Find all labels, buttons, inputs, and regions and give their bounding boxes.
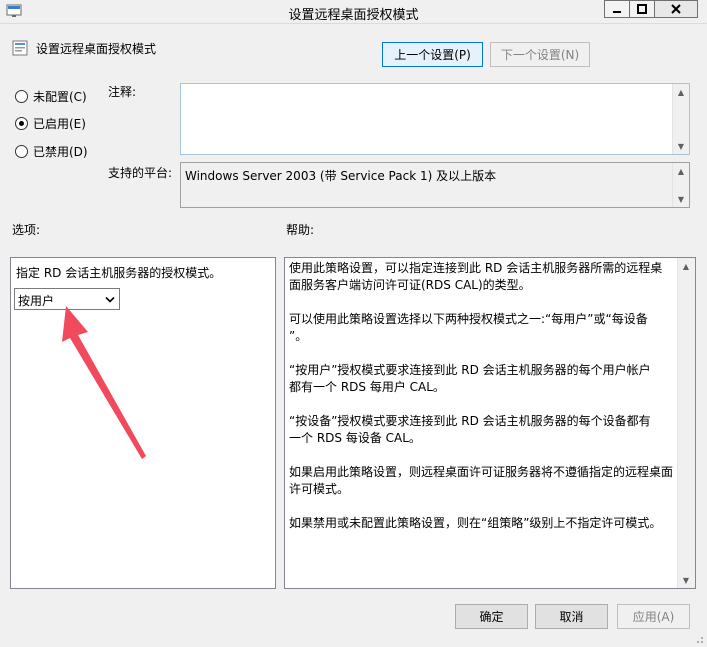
dialog-body: 设置远程桌面授权模式 上一个设置(P) 下一个设置(N) 未配置(C) 已启用(… — [0, 24, 707, 647]
comment-scrollbar[interactable]: ▲ ▼ — [672, 84, 689, 154]
scroll-down-icon[interactable]: ▼ — [673, 138, 689, 154]
options-section-label: 选项: — [12, 223, 41, 237]
radio-enabled[interactable]: 已启用(E) — [15, 115, 105, 133]
next-setting-button[interactable]: 下一个设置(N) — [490, 42, 590, 67]
help-line: 都有一个 RDS 每用户 CAL。 — [289, 380, 445, 394]
radio-disabled-button[interactable] — [15, 145, 28, 158]
comment-textbox[interactable]: ▲ ▼ — [180, 83, 690, 155]
title-bar: 设置远程桌面授权模式 — [0, 0, 707, 24]
radio-enabled-button[interactable] — [15, 117, 28, 130]
scroll-down-icon[interactable]: ▼ — [678, 572, 694, 588]
radio-not-configured-label: 未配置(C) — [33, 90, 87, 104]
chevron-down-icon — [105, 296, 115, 303]
cancel-button[interactable]: 取消 — [535, 604, 608, 629]
resize-grip-icon[interactable] — [692, 632, 704, 644]
help-line: 一个 RDS 每设备 CAL。 — [289, 431, 421, 445]
maximize-button[interactable] — [629, 0, 655, 18]
scroll-down-icon[interactable]: ▼ — [673, 191, 689, 207]
options-description: 指定 RD 会话主机服务器的授权模式。 — [16, 266, 222, 280]
help-line: 许可模式。 — [289, 482, 350, 496]
help-section-label: 帮助: — [286, 223, 315, 237]
help-line: 可以使用此策略设置选择以下两种授权模式之一:“每用户”或“每设备 — [289, 312, 648, 326]
maximize-icon — [637, 4, 647, 14]
scroll-up-icon[interactable]: ▲ — [673, 84, 689, 100]
help-line: ”。 — [289, 329, 308, 343]
previous-setting-button[interactable]: 上一个设置(P) — [382, 42, 483, 67]
help-line: 使用此策略设置，可以指定连接到此 RD 会话主机服务器所需的远程桌 — [289, 261, 663, 275]
radio-not-configured-button[interactable] — [15, 90, 28, 103]
annotation-arrow-icon — [62, 306, 146, 459]
window-title: 设置远程桌面授权模式 — [288, 8, 419, 23]
radio-disabled-label: 已禁用(D) — [33, 145, 88, 159]
platform-value: Windows Server 2003 (带 Service Pack 1) 及… — [185, 169, 497, 183]
radio-disabled[interactable]: 已禁用(D) — [15, 143, 105, 161]
policy-name: 设置远程桌面授权模式 — [36, 42, 157, 56]
minimize-button[interactable] — [604, 0, 630, 18]
help-line: 如果禁用或未配置此策略设置，则在“组策略”级别上不指定许可模式。 — [289, 516, 662, 530]
radio-not-configured[interactable]: 未配置(C) — [15, 88, 105, 106]
minimize-icon — [613, 11, 621, 13]
policy-setting-icon — [12, 40, 28, 56]
ok-button[interactable]: 确定 — [455, 604, 528, 629]
apply-button[interactable]: 应用(A) — [617, 604, 690, 629]
help-line: 如果启用此策略设置，则远程桌面许可证服务器将不遵循指定的远程桌面 — [289, 465, 674, 479]
close-button[interactable] — [654, 0, 698, 18]
scroll-up-icon[interactable]: ▲ — [678, 258, 694, 274]
platform-scrollbar[interactable]: ▲ ▼ — [672, 163, 689, 207]
help-panel: 使用此策略设置，可以指定连接到此 RD 会话主机服务器所需的远程桌 面服务客户端访… — [284, 257, 696, 589]
help-scrollbar[interactable]: ▲ ▼ — [677, 258, 695, 588]
license-mode-selected: 按用户 — [18, 294, 55, 308]
radio-enabled-label: 已启用(E) — [33, 117, 86, 131]
platform-label: 支持的平台: — [108, 166, 173, 180]
help-line: “按用户”授权模式要求连接到此 RD 会话主机服务器的每个用户帐户 — [289, 363, 651, 377]
help-line: “按设备”授权模式要求连接到此 RD 会话主机服务器的每个设备都有 — [289, 414, 651, 428]
help-line: 面服务客户端访问许可证(RDS CAL)的类型。 — [289, 278, 531, 292]
scroll-up-icon[interactable]: ▲ — [673, 163, 689, 179]
comment-label: 注释: — [108, 85, 137, 99]
platform-textbox: Windows Server 2003 (带 Service Pack 1) 及… — [180, 162, 690, 208]
close-icon — [671, 4, 681, 14]
